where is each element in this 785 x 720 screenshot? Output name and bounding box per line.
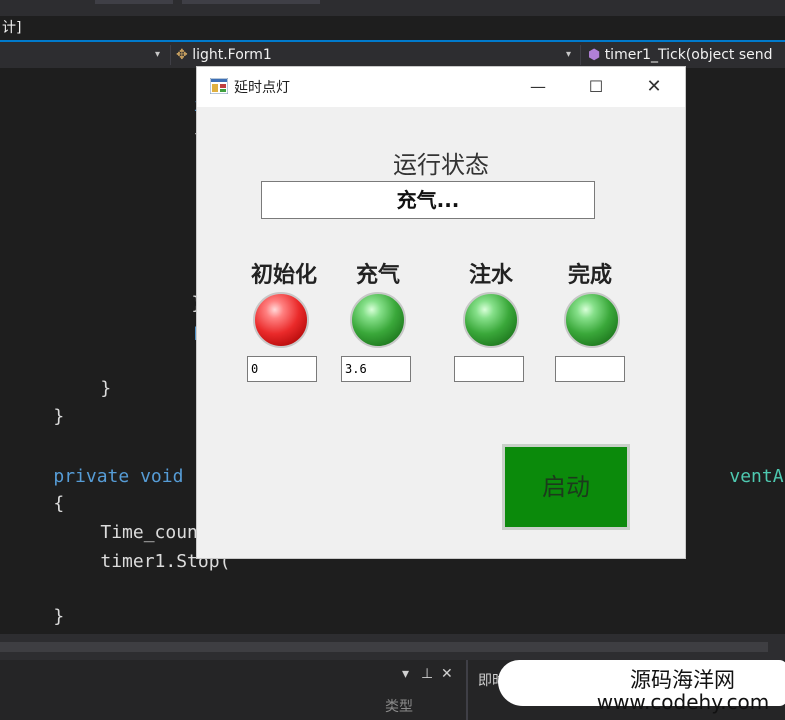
pin-icon[interactable]: ⊥ [421,666,433,682]
code-line: private void For [10,441,226,487]
code-line: { [10,468,64,514]
horizontal-scrollbar[interactable] [0,634,785,660]
form-titlebar[interactable]: 延时点灯 — ☐ ✕ [197,67,685,107]
designer-tab-label[interactable]: 计] [0,16,21,40]
lamp-init [253,292,309,348]
code-line: } [10,581,64,627]
type-column-header: 类型 [385,699,413,715]
stage-label-done: 完成 [567,263,612,288]
class-dropdown-arrow-icon[interactable]: ▾ [566,42,571,68]
lamp-done [564,292,620,348]
close-icon[interactable]: ✕ [441,666,453,682]
stage-label-init: 初始化 [250,263,317,288]
field-done[interactable] [555,356,625,382]
code-token: void [140,466,184,487]
code-line: } [148,268,202,314]
stage-label-inflate: 充气 [355,263,400,288]
stage-label-water: 注水 [468,263,513,288]
code-token: } [53,406,65,427]
class-icon: ✥ [176,47,188,63]
scrollbar-track[interactable] [0,642,768,652]
form-window: 延时点灯 — ☐ ✕ 运行状态 充气... 初始化 充气 注水 完成 0 3.6… [196,66,686,559]
ide-tab-ghost [95,0,173,4]
field-inflate[interactable]: 3.6 [341,356,411,382]
form-title: 延时点灯 [234,80,290,96]
method-icon: ⬢ [588,47,601,63]
left-panel-header: ▾ ⊥ ✕ [0,660,465,690]
maximize-button[interactable]: ☐ [567,67,625,107]
nav-separator [580,45,581,65]
ide-navigation-bar: ▾ ✥ light.Form1 ▾ ⬢ timer1_Tick(object s… [0,42,785,69]
close-button[interactable]: ✕ [625,67,683,107]
code-line: } [10,381,64,427]
start-button[interactable]: 启动 [502,444,630,530]
code-token: ventArgs [729,466,785,487]
minimize-button[interactable]: — [509,67,567,107]
lamp-water [463,292,519,348]
field-init[interactable]: 0 [247,356,317,382]
app-icon [210,78,228,94]
code-line: } [57,353,111,399]
status-textbox[interactable]: 充气... [261,181,595,219]
code-token: private [53,466,130,487]
ide-top-strip [0,0,785,16]
project-dropdown-arrow-icon[interactable]: ▾ [155,42,160,68]
code-token: } [100,378,112,399]
code-line: ventArgs [686,441,785,487]
field-water[interactable] [454,356,524,382]
panel-divider [466,660,468,720]
member-dropdown-label: timer1_Tick(object send [604,47,773,63]
member-dropdown[interactable]: ⬢ timer1_Tick(object send [588,42,785,68]
status-title: 运行状态 [393,151,489,179]
class-dropdown[interactable]: ✥ light.Form1 [176,42,272,68]
panel-dropdown-icon[interactable]: ▾ [402,666,409,682]
lamp-inflate [350,292,406,348]
ide-tab-ghost [182,0,320,4]
watermark-text: 源码海洋网 [630,668,735,692]
nav-separator [170,45,171,65]
class-dropdown-label: light.Form1 [192,47,272,63]
watermark-url: www.codehy.com [596,690,770,714]
code-token: } [53,606,65,627]
